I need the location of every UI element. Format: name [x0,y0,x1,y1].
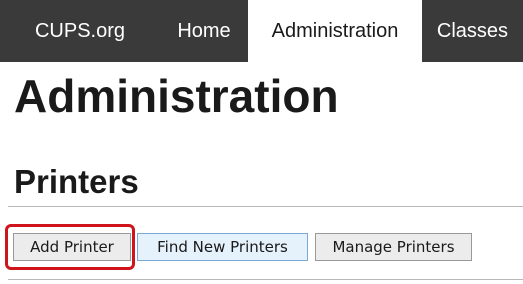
add-printer-button[interactable]: Add Printer [13,233,131,261]
top-navigation-bar: CUPS.org Home Administration Classes [0,0,523,62]
find-new-printers-button[interactable]: Find New Printers [137,233,308,261]
nav-classes-link[interactable]: Classes [422,0,523,62]
page-title: Administration [14,70,339,122]
printers-section-title: Printers [14,163,139,200]
nav-cups-org-link[interactable]: CUPS.org [0,0,160,62]
section-divider [8,206,523,207]
manage-printers-button[interactable]: Manage Printers [315,233,472,261]
nav-home-link[interactable]: Home [160,0,248,62]
nav-administration-tab[interactable]: Administration [248,0,422,62]
bottom-divider [8,279,523,280]
